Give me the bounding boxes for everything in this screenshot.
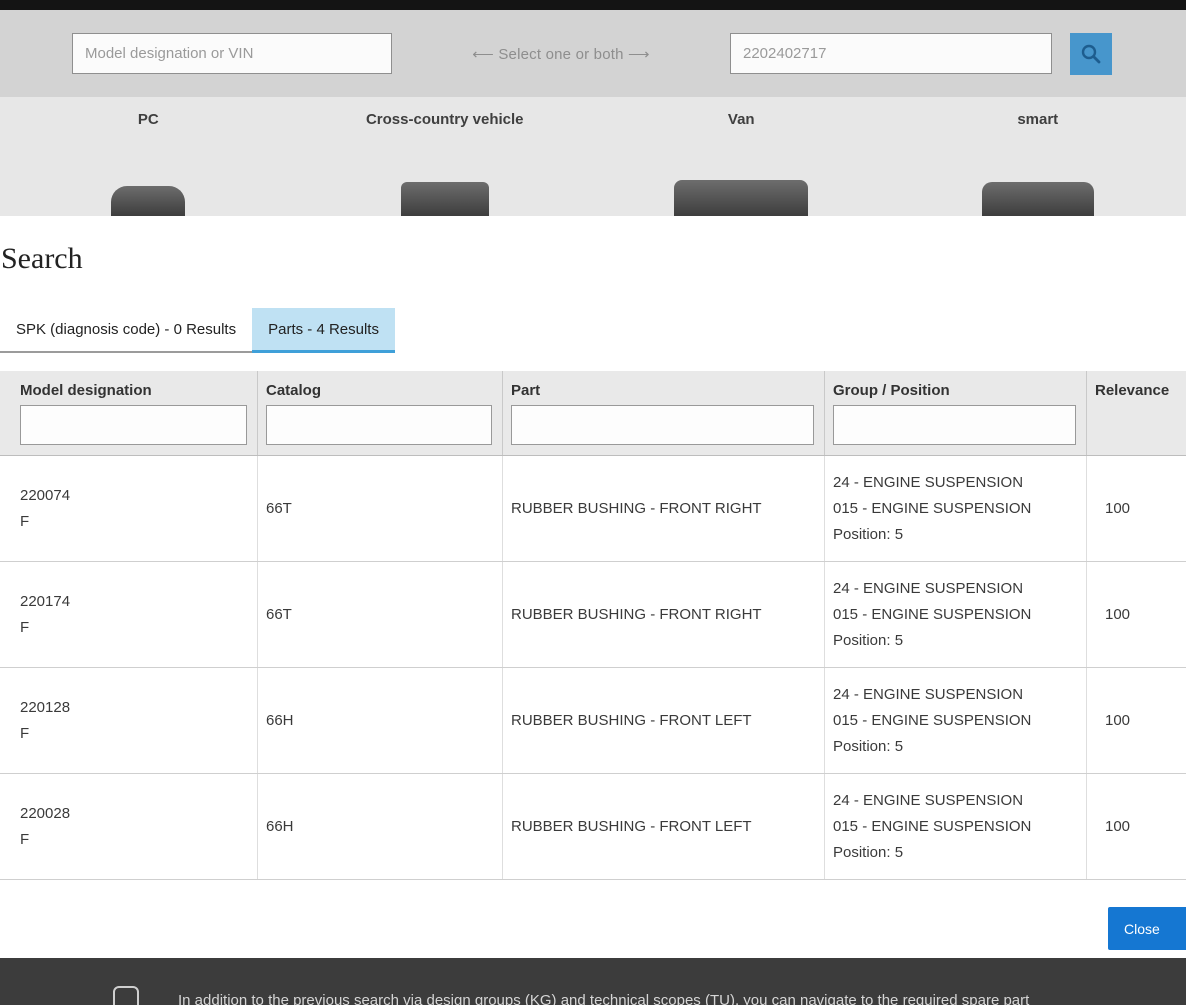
row-relevance: 100 — [1105, 499, 1131, 517]
row-part: RUBBER BUSHING - FRONT RIGHT — [511, 605, 762, 623]
smart-vehicle-image — [981, 182, 1094, 216]
row-catalog: 66H — [266, 817, 294, 835]
search-toolbar: ⟵ Select one or both ⟶ — [0, 10, 1186, 97]
category-smart-label: smart — [1017, 111, 1059, 128]
row-position: Position: 5 — [833, 843, 904, 861]
row-position: Position: 5 — [833, 525, 904, 543]
tab-spk-results[interactable]: SPK (diagnosis code) - 0 Results — [0, 308, 253, 353]
category-cross-country[interactable]: Cross-country vehicle — [297, 97, 594, 216]
search-results-modal: Search SPK (diagnosis code) - 0 Results … — [0, 216, 1186, 958]
row-model-sub: F — [20, 618, 30, 636]
part-number-input[interactable] — [730, 33, 1052, 74]
table-row[interactable]: 220128 F 66H RUBBER BUSHING - FRONT LEFT… — [0, 668, 1186, 774]
row-group: 24 - ENGINE SUSPENSION — [833, 791, 1024, 809]
close-button[interactable]: Close — [1108, 907, 1186, 950]
column-header-catalog: Catalog — [258, 371, 503, 403]
category-smart[interactable]: smart — [890, 97, 1186, 216]
modal-title: Search — [1, 242, 83, 275]
pc-vehicle-image — [111, 186, 186, 216]
table-row[interactable]: 220074 F 66T RUBBER BUSHING - FRONT RIGH… — [0, 456, 1186, 562]
top-bar — [0, 0, 1186, 10]
table-row[interactable]: 220174 F 66T RUBBER BUSHING - FRONT RIGH… — [0, 562, 1186, 668]
filter-model-input[interactable] — [20, 405, 247, 445]
row-subgroup: 015 - ENGINE SUSPENSION — [833, 499, 1032, 517]
row-subgroup: 015 - ENGINE SUSPENSION — [833, 711, 1032, 729]
row-catalog: 66H — [266, 711, 294, 729]
van-vehicle-image — [674, 180, 809, 216]
row-group: 24 - ENGINE SUSPENSION — [833, 579, 1024, 597]
row-relevance: 100 — [1105, 711, 1131, 729]
search-button[interactable] — [1070, 32, 1112, 75]
row-position: Position: 5 — [833, 631, 904, 649]
filter-catalog-input[interactable] — [266, 405, 492, 445]
filter-group-input[interactable] — [833, 405, 1076, 445]
row-model-sub: F — [20, 830, 30, 848]
table-row[interactable]: 220028 F 66H RUBBER BUSHING - FRONT LEFT… — [0, 774, 1186, 880]
column-header-relevance: Relevance — [1095, 382, 1170, 399]
row-subgroup: 015 - ENGINE SUSPENSION — [833, 605, 1032, 623]
row-catalog: 66T — [266, 499, 292, 517]
category-pc-label: PC — [137, 111, 159, 128]
column-header-group-position: Group / Position — [825, 371, 1087, 403]
row-model: 220028 — [20, 804, 71, 822]
row-relevance: 100 — [1105, 605, 1131, 623]
category-cross-country-label: Cross-country vehicle — [365, 111, 524, 128]
vehicle-categories: PC Cross-country vehicle Van smart — [0, 97, 1186, 216]
row-part: RUBBER BUSHING - FRONT LEFT — [511, 817, 752, 835]
row-model: 220174 — [20, 592, 71, 610]
filter-relevance-empty — [1087, 403, 1186, 455]
row-model: 220128 — [20, 698, 71, 716]
info-footer: In addition to the previous search via d… — [0, 958, 1186, 1005]
row-group: 24 - ENGINE SUSPENSION — [833, 685, 1024, 703]
column-header-part: Part — [503, 371, 825, 403]
row-part: RUBBER BUSHING - FRONT RIGHT — [511, 499, 762, 517]
row-model: 220074 — [20, 486, 71, 504]
results-table-header: Model designation Catalog Part Group / P… — [0, 371, 1186, 456]
select-hint-label: ⟵ Select one or both ⟶ — [472, 45, 650, 63]
row-relevance: 100 — [1105, 817, 1131, 835]
category-van-label: Van — [727, 111, 755, 128]
row-model-sub: F — [20, 512, 30, 530]
category-van[interactable]: Van — [593, 97, 890, 216]
row-part: RUBBER BUSHING - FRONT LEFT — [511, 711, 752, 729]
column-header-model: Model designation — [0, 371, 258, 403]
model-designation-input[interactable] — [72, 33, 392, 74]
search-icon — [1079, 42, 1103, 66]
row-catalog: 66T — [266, 605, 292, 623]
row-model-sub: F — [20, 724, 30, 742]
row-subgroup: 015 - ENGINE SUSPENSION — [833, 817, 1032, 835]
filter-part-input[interactable] — [511, 405, 814, 445]
results-tab-bar: SPK (diagnosis code) - 0 Results Parts -… — [0, 308, 395, 353]
category-pc[interactable]: PC — [0, 97, 297, 216]
footer-info-text: In addition to the previous search via d… — [178, 992, 1030, 1005]
row-group: 24 - ENGINE SUSPENSION — [833, 473, 1024, 491]
row-position: Position: 5 — [833, 737, 904, 755]
cross-country-vehicle-image — [400, 182, 489, 216]
tab-parts-results[interactable]: Parts - 4 Results — [252, 308, 395, 353]
document-icon — [113, 986, 139, 1005]
